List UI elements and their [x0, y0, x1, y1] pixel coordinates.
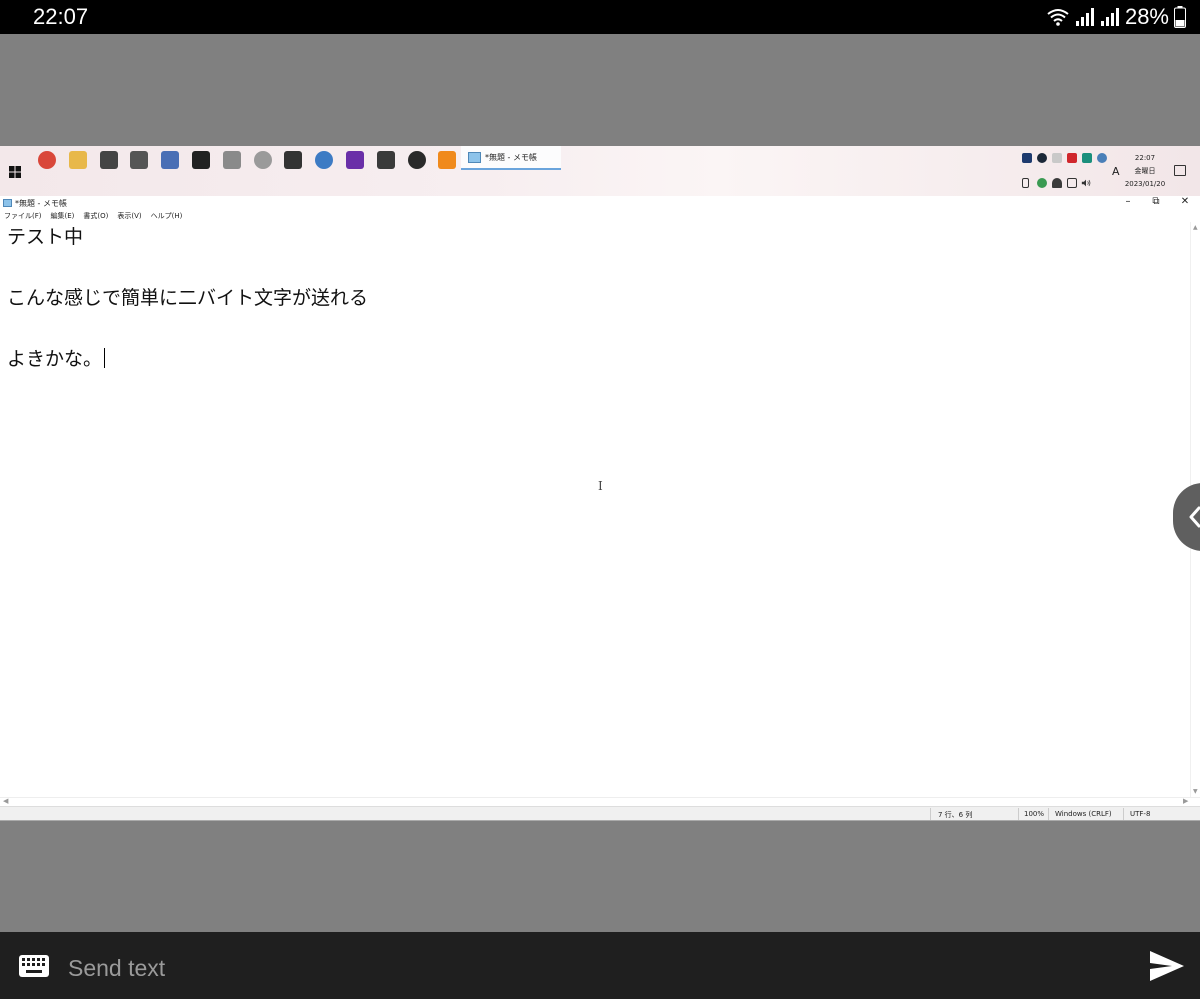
scroll-down-icon[interactable]: ▼ [1193, 788, 1198, 795]
tray-app-icon[interactable] [1022, 153, 1032, 163]
ncv-icon[interactable] [284, 151, 302, 169]
notification-icon[interactable] [1174, 165, 1186, 176]
wifi-icon [1047, 9, 1069, 26]
volume-icon[interactable] [1081, 178, 1091, 188]
notepad-title: *無題 - メモ帳 [15, 199, 67, 208]
windows-start-icon[interactable] [9, 166, 21, 178]
encoding: UTF-8 [1130, 810, 1151, 818]
clock-time: 22:07 [1134, 154, 1156, 162]
folder-icon[interactable] [69, 151, 87, 169]
scroll-left-icon[interactable]: ◀ [3, 797, 8, 805]
taskbar-notepad-button[interactable]: *無題 - メモ帳 [461, 146, 561, 170]
ime-indicator[interactable]: A [1112, 165, 1120, 178]
line-ending: Windows (CRLF) [1055, 810, 1112, 818]
network-icon[interactable] [1067, 178, 1077, 188]
send-text-input[interactable] [68, 950, 1128, 986]
horizontal-scrollbar[interactable]: ◀ ▶ [0, 797, 1200, 805]
text-line: こんな感じで簡単に二バイト文字が送れる [7, 287, 369, 309]
notepad-text-area[interactable]: テスト中 こんな感じで簡単に二バイト文字が送れる よきかな。 I [0, 222, 1190, 797]
globe-icon[interactable] [315, 151, 333, 169]
windows-taskbar: *無題 - メモ帳 A 22:07 金曜日 2023/01/20 [0, 146, 1200, 196]
window-icon[interactable] [100, 151, 118, 169]
notepad-statusbar: 7 行、6 列 100% Windows (CRLF) UTF-8 [0, 806, 1200, 820]
tray-gear-icon[interactable] [1097, 153, 1107, 163]
battery-icon [1174, 6, 1186, 28]
taskbar-notepad-label: *無題 - メモ帳 [485, 153, 537, 162]
usb-icon[interactable] [1022, 178, 1029, 188]
notepad-icon [3, 199, 12, 207]
zoom-level: 100% [1024, 810, 1045, 818]
text-caret [104, 348, 106, 368]
scroll-right-icon[interactable]: ▶ [1183, 797, 1188, 805]
signal-icon [1100, 8, 1119, 26]
text-line: よきかな。 [7, 344, 106, 371]
phone-status-bar: 22:07 28% [0, 0, 1200, 34]
clock-weekday: 金曜日 [1134, 167, 1156, 175]
battery-percent: 28% [1124, 4, 1169, 29]
notepad-icon [468, 152, 481, 163]
keyboard-icon[interactable] [19, 955, 49, 977]
close-button[interactable]: ✕ [1171, 196, 1199, 210]
obs-icon[interactable] [408, 151, 426, 169]
cursor-position: 7 行、6 列 [938, 811, 973, 819]
taskbar-clock[interactable]: 22:07 金曜日 2023/01/20 [1124, 152, 1166, 191]
security-icon[interactable] [1037, 178, 1047, 188]
headphones-icon[interactable] [346, 151, 364, 169]
steam-icon[interactable] [1037, 153, 1047, 163]
menu-help[interactable]: ヘルプ(H) [151, 211, 183, 221]
photo-icon[interactable] [161, 151, 179, 169]
notepad-window: *無題 - メモ帳 – ⧉ ✕ ファイル(F) 編集(E) 書式(O) 表示(V… [0, 196, 1200, 821]
notepad-menubar: ファイル(F) 編集(E) 書式(O) 表示(V) ヘルプ(H) [4, 211, 182, 221]
menu-format[interactable]: 書式(O) [83, 211, 108, 221]
terminal-icon[interactable] [377, 151, 395, 169]
vlc-icon[interactable] [438, 151, 456, 169]
film-icon[interactable] [192, 151, 210, 169]
tray-red-icon[interactable] [1067, 153, 1077, 163]
menu-view[interactable]: 表示(V) [117, 211, 141, 221]
scroll-up-icon[interactable]: ▲ [1193, 224, 1198, 231]
tray-teal-icon[interactable] [1082, 153, 1092, 163]
status-time: 22:07 [33, 4, 89, 29]
send-text-bar [0, 932, 1200, 999]
restore-button[interactable]: ⧉ [1142, 196, 1170, 210]
clock-date: 2023/01/20 [1124, 180, 1166, 188]
menu-edit[interactable]: 編集(E) [51, 211, 75, 221]
tool-icon[interactable] [223, 151, 241, 169]
status-icons: 28% [1046, 4, 1186, 29]
notepad-titlebar[interactable]: *無題 - メモ帳 – ⧉ ✕ [0, 196, 1200, 210]
person-icon[interactable] [1052, 178, 1062, 188]
menu-file[interactable]: ファイル(F) [4, 211, 42, 221]
remote-desktop[interactable]: *無題 - メモ帳 A 22:07 金曜日 2023/01/20 *無題 - メ… [0, 146, 1200, 821]
send-icon[interactable] [1148, 949, 1186, 983]
window-icon[interactable] [130, 151, 148, 169]
alien-icon[interactable] [254, 151, 272, 169]
ibeam-cursor-icon: I [598, 479, 603, 493]
grid-icon[interactable] [1052, 153, 1062, 163]
signal-icon [1075, 8, 1094, 26]
text-line: テスト中 [7, 226, 84, 248]
chevron-left-icon [1189, 506, 1200, 528]
chrome-icon[interactable] [38, 151, 56, 169]
minimize-button[interactable]: – [1114, 196, 1142, 210]
